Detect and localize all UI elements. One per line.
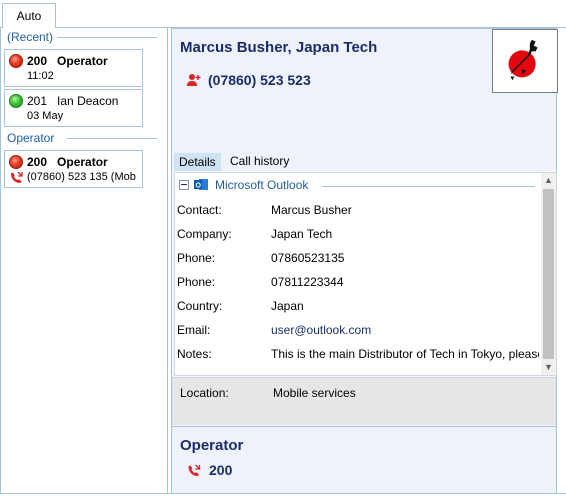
add-contact-icon[interactable] <box>186 73 202 87</box>
list-item[interactable]: 201 Ian Deacon 03 May <box>4 89 143 127</box>
field-value[interactable]: 07811223344 <box>271 275 344 289</box>
operator-card: Operator 200 <box>172 426 556 494</box>
scroll-down-icon[interactable]: ▼ <box>541 360 556 375</box>
detail-row-email: Email: user@outlook.com <box>177 323 537 339</box>
field-label: Phone: <box>177 275 216 289</box>
section-divider <box>322 186 535 187</box>
location-value: Mobile services <box>273 386 356 400</box>
list-item-title: 201 Ian Deacon <box>27 94 119 108</box>
detail-row-country: Country: Japan <box>177 299 537 315</box>
list-item-detail: 03 May <box>27 110 64 122</box>
location-label: Location: <box>180 386 229 400</box>
scroll-thumb[interactable] <box>543 189 554 359</box>
svg-text:O: O <box>196 183 202 190</box>
contact-detail-panel: Marcus Busher, Japan Tech (07860) 523 52… <box>171 28 558 494</box>
tab-auto[interactable]: Auto <box>2 3 56 29</box>
bottom-border <box>0 493 566 494</box>
incoming-call-icon <box>11 171 23 183</box>
outlook-group-label: Microsoft Outlook <box>215 178 309 192</box>
list-item[interactable]: 200 Operator 11:02 <box>4 49 143 87</box>
operator-name: Operator <box>180 437 244 454</box>
location-row: Location: Mobile services <box>172 377 556 425</box>
field-value: Marcus Busher <box>271 203 352 217</box>
contact-name: Marcus Busher, Japan Tech <box>180 39 378 56</box>
vertical-scrollbar[interactable]: ▲ ▼ <box>541 173 556 375</box>
red-status-dot-icon <box>9 54 23 68</box>
field-label: Contact: <box>177 203 222 217</box>
list-item-title: 200 Operator <box>27 155 108 169</box>
list-item-detail: 11:02 <box>27 70 54 82</box>
list-item-title: 200 Operator <box>27 54 108 68</box>
detail-tabs: Details Call history <box>172 151 556 171</box>
tab-call-history[interactable]: Call history <box>226 153 293 171</box>
field-value[interactable]: 07860523135 <box>271 251 344 265</box>
outlook-group-header: O Microsoft Outlook <box>179 177 539 193</box>
field-label: Notes: <box>177 347 212 361</box>
incoming-call-icon <box>188 464 201 476</box>
list-item-detail: (07860) 523 135 (Mob <box>27 171 136 183</box>
tab-details[interactable]: Details <box>174 153 221 171</box>
list-item[interactable]: 200 Operator (07860) 523 135 (Mob <box>4 150 143 188</box>
japan-map-icon <box>508 39 538 81</box>
detail-row-phone: Phone: 07811223344 <box>177 275 537 291</box>
contact-list-panel: (Recent) 200 Operator 11:02 201 Ian Deac… <box>0 28 168 494</box>
company-logo <box>492 29 558 93</box>
detail-row-contact: Contact: Marcus Busher <box>177 203 537 219</box>
field-label: Phone: <box>177 251 216 265</box>
green-status-dot-icon <box>9 94 23 108</box>
red-status-dot-icon <box>9 155 23 169</box>
outlook-icon: O <box>194 179 208 190</box>
details-pane: O Microsoft Outlook Contact: Marcus Bush… <box>174 172 557 376</box>
detail-row-notes: Notes: This is the main Distributor of T… <box>177 347 539 363</box>
operator-section-header: Operator <box>7 131 161 147</box>
scroll-up-icon[interactable]: ▲ <box>541 173 556 188</box>
field-value: Japan <box>271 299 304 313</box>
section-divider <box>67 138 157 139</box>
field-value: Japan Tech <box>271 227 333 241</box>
operator-section-label: Operator <box>7 131 59 145</box>
tab-strip: Auto <box>0 0 566 29</box>
operator-number[interactable]: 200 <box>209 462 232 478</box>
contact-header: Marcus Busher, Japan Tech (07860) 523 52… <box>172 29 558 151</box>
field-label: Company: <box>177 227 232 241</box>
field-label: Email: <box>177 323 211 337</box>
field-label: Country: <box>177 299 223 313</box>
collapse-icon[interactable] <box>179 180 189 190</box>
email-link[interactable]: user@outlook.com <box>271 323 371 337</box>
field-value: This is the main Distributor of Tech in … <box>271 347 539 361</box>
detail-row-company: Company: Japan Tech <box>177 227 537 243</box>
recent-section-header: (Recent) <box>7 30 161 46</box>
detail-row-phone: Phone: 07860523135 <box>177 251 537 267</box>
contact-phone[interactable]: (07860) 523 523 <box>208 72 311 88</box>
recent-section-label: (Recent) <box>7 30 58 44</box>
